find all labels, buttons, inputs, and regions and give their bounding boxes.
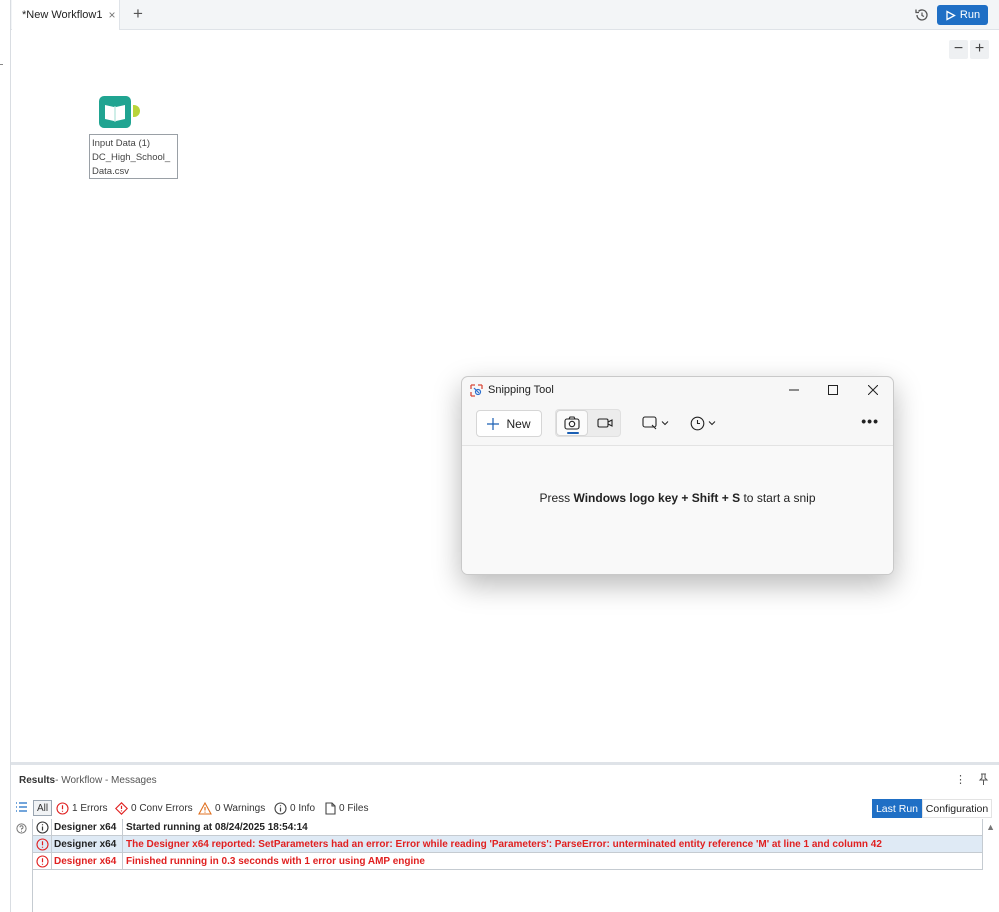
- results-subtitle: - Workflow - Messages: [55, 775, 157, 786]
- maximize-icon: [828, 385, 838, 395]
- info-icon: [35, 820, 49, 834]
- pin-icon[interactable]: [978, 773, 989, 785]
- minimize-button[interactable]: [779, 381, 809, 399]
- results-title: Results: [19, 775, 56, 786]
- tab-label: *New Workflow1: [22, 9, 103, 21]
- close-button[interactable]: [858, 381, 888, 399]
- book-icon: [105, 105, 125, 122]
- message-text: Started running at 08/24/2025 18:54:14: [126, 821, 308, 833]
- message-source: Designer x64: [51, 819, 123, 835]
- message-source: Designer x64: [51, 836, 123, 852]
- filter-errors[interactable]: 1 Errors: [56, 800, 108, 816]
- zoom-out-button[interactable]: −: [949, 40, 968, 59]
- tool-annotation: Input Data (1) DC_High_School_ Data.csv: [89, 134, 178, 179]
- message-filter-bar: All 1 Errors 0 Conv Errors 0 Warnings 0 …: [11, 797, 999, 819]
- error-icon: [35, 837, 49, 851]
- scroll-up-icon[interactable]: ▲: [986, 822, 995, 832]
- zoom-in-button[interactable]: +: [970, 40, 989, 59]
- mode-toggle: [555, 409, 621, 437]
- help-icon[interactable]: [16, 823, 27, 834]
- results-panel: Results - Workflow - Messages ⋮ All 1 Er…: [11, 762, 999, 912]
- message-text: Finished running in 0.3 seconds with 1 e…: [126, 855, 425, 867]
- chevron-down-icon: [708, 421, 716, 426]
- table-row[interactable]: Designer x64 Finished running in 0.3 sec…: [33, 853, 983, 870]
- close-tab-icon[interactable]: ×: [109, 8, 116, 22]
- zoom-controls: − +: [949, 40, 989, 59]
- run-label: Run: [959, 9, 981, 21]
- input-data-tool[interactable]: [99, 96, 131, 128]
- designer-window: *New Workflow1 × + Run − + Input Data (1…: [0, 0, 999, 912]
- plus-icon: [487, 417, 500, 430]
- maximize-button[interactable]: [818, 381, 848, 399]
- delay-dropdown[interactable]: [690, 413, 716, 433]
- minimize-icon: [789, 389, 799, 391]
- clock-icon: [690, 416, 705, 430]
- configuration-button[interactable]: Configuration: [922, 799, 992, 818]
- snip-instruction: Press Windows logo key + Shift + S to st…: [539, 491, 816, 505]
- snipping-tool-icon: [470, 383, 483, 397]
- new-snip-button[interactable]: New: [476, 410, 542, 437]
- output-anchor[interactable]: [133, 105, 140, 117]
- info-icon: [274, 801, 287, 815]
- list-icon[interactable]: [15, 801, 28, 814]
- snipping-tool-window: Snipping Tool New ••• Press Windows logo…: [461, 376, 894, 575]
- file-icon: [325, 801, 336, 815]
- table-row[interactable]: Designer x64 The Designer x64 reported: …: [33, 836, 983, 853]
- message-text: The Designer x64 reported: SetParameters…: [126, 838, 882, 850]
- tab-new-workflow[interactable]: *New Workflow1 ×: [12, 0, 120, 30]
- camera-icon: [564, 416, 580, 430]
- new-label: New: [506, 416, 531, 431]
- close-icon: [868, 385, 878, 395]
- chevron-down-icon: [661, 421, 669, 426]
- left-strip: [0, 0, 11, 912]
- error-icon: [35, 854, 49, 868]
- play-icon: [946, 9, 956, 21]
- filter-all[interactable]: All: [33, 800, 53, 816]
- messages-table: Designer x64 Started running at 08/24/20…: [32, 819, 983, 870]
- more-vertical-icon[interactable]: ⋮: [955, 773, 966, 786]
- conv-error-icon: [115, 801, 128, 815]
- filter-info[interactable]: 0 Info: [274, 800, 315, 816]
- snip-body: Press Windows logo key + Shift + S to st…: [462, 445, 893, 574]
- filter-conv-errors[interactable]: 0 Conv Errors: [115, 800, 193, 816]
- filter-warnings[interactable]: 0 Warnings: [198, 800, 265, 816]
- warning-icon: [198, 801, 212, 815]
- snip-toolbar: New •••: [462, 405, 893, 445]
- last-run-button[interactable]: Last Run: [871, 799, 922, 818]
- rectangle-snip-icon: [642, 416, 657, 430]
- history-icon[interactable]: [913, 6, 931, 24]
- video-mode-button[interactable]: [589, 410, 621, 436]
- message-source: Designer x64: [51, 853, 123, 869]
- error-icon: [56, 801, 69, 815]
- add-tab-button[interactable]: +: [128, 4, 148, 24]
- table-row[interactable]: Designer x64 Started running at 08/24/20…: [33, 819, 983, 836]
- more-options-icon[interactable]: •••: [861, 413, 879, 429]
- results-header: Results - Workflow - Messages: [11, 765, 999, 796]
- video-camera-icon: [597, 418, 613, 428]
- tab-bar: *New Workflow1 × + Run: [11, 0, 999, 30]
- run-button[interactable]: Run: [937, 5, 988, 25]
- snip-title: Snipping Tool: [488, 384, 554, 396]
- screenshot-mode-button[interactable]: [556, 410, 588, 436]
- filter-files[interactable]: 0 Files: [325, 800, 368, 816]
- snip-shape-dropdown[interactable]: [642, 413, 669, 433]
